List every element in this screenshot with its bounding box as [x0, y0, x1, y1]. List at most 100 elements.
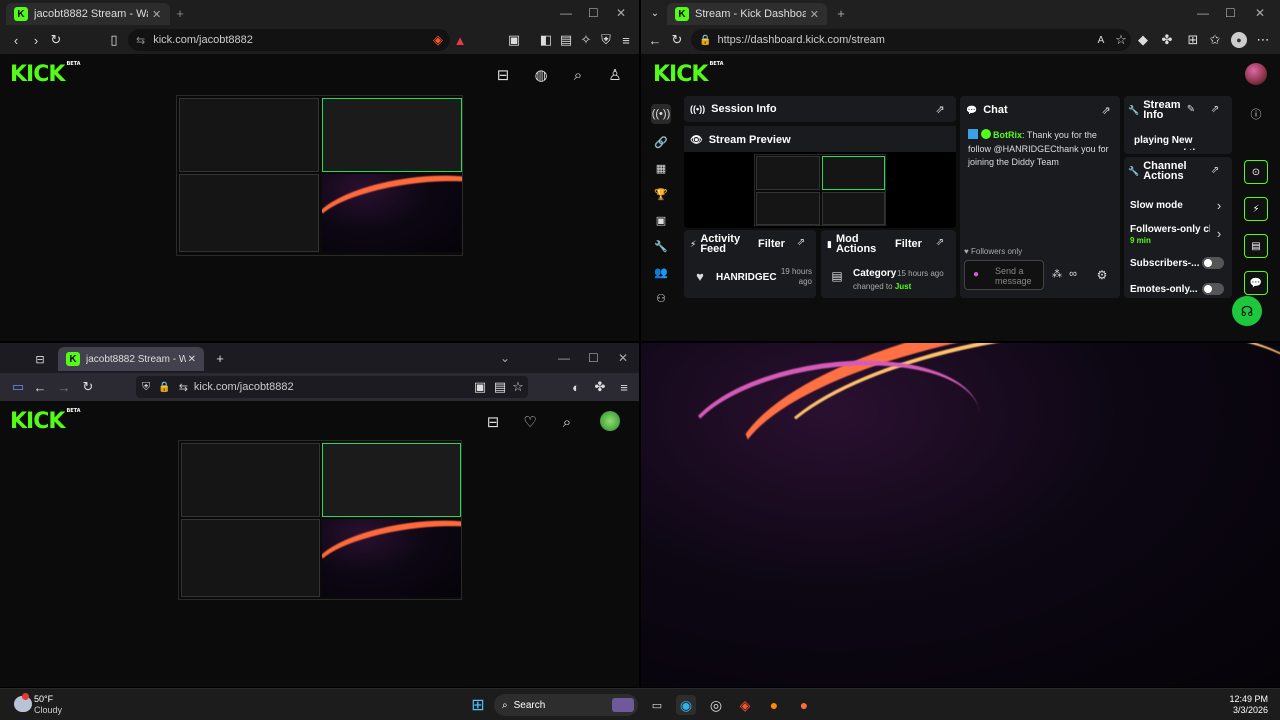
- popout-icon[interactable]: ⇗: [932, 101, 948, 117]
- wrench-icon[interactable]: 🔧: [651, 236, 671, 256]
- extension-icon[interactable]: ◆: [1135, 32, 1151, 48]
- emotes-only-toggle[interactable]: [1202, 283, 1224, 295]
- maximize-icon[interactable]: ☐: [588, 351, 599, 365]
- gear-icon[interactable]: ⚙: [1094, 267, 1110, 283]
- stream-player[interactable]: [178, 440, 462, 600]
- address-bar[interactable]: 🔒 https://dashboard.kick.com/stream: [691, 29, 1131, 51]
- stream-preview-video[interactable]: [754, 154, 886, 226]
- weather-widget[interactable]: 50°F Cloudy: [34, 694, 62, 716]
- popout-icon[interactable]: ⇗: [1098, 102, 1114, 118]
- address-bar[interactable]: ⛨ 🔒 ⇆ kick.com/jacobt8882: [136, 376, 528, 398]
- analytics-icon[interactable]: ▦: [651, 158, 671, 178]
- tab-overview-icon[interactable]: ⊟: [32, 351, 48, 367]
- site-info-icon[interactable]: ⇆: [136, 34, 145, 47]
- mic-icon[interactable]: ●: [973, 269, 979, 280]
- popout-icon[interactable]: ⇗: [794, 235, 808, 249]
- menu-icon[interactable]: ≡: [616, 379, 632, 395]
- forward-icon[interactable]: →: [56, 379, 72, 395]
- activity-filter-button[interactable]: Filter: [758, 238, 785, 250]
- menu-icon[interactable]: ≡: [618, 32, 634, 48]
- edit-pencil-icon[interactable]: ✎: [1184, 102, 1198, 116]
- info-icon[interactable]: ⓘ: [1248, 106, 1264, 122]
- close-tab-icon[interactable]: ✕: [810, 8, 819, 21]
- tracking-shield-icon[interactable]: ⛨: [142, 381, 150, 394]
- link-icon[interactable]: 🔗: [651, 132, 671, 152]
- maximize-icon[interactable]: ☐: [588, 6, 599, 20]
- popout-icon[interactable]: ⇗: [1208, 163, 1222, 177]
- brave-shield-icon[interactable]: ◈: [430, 32, 446, 48]
- reader-view-icon[interactable]: ▣: [472, 379, 488, 395]
- browse-icon[interactable]: ⊟: [484, 413, 502, 431]
- kick-logo[interactable]: KICK BETA: [10, 61, 81, 87]
- community-icon[interactable]: 👥: [651, 262, 671, 282]
- browse-icon[interactable]: ⊟: [494, 66, 512, 84]
- new-tab-icon[interactable]: +: [172, 5, 188, 21]
- minimize-icon[interactable]: —: [1197, 6, 1209, 20]
- tab-actions-icon[interactable]: ⌄: [647, 5, 663, 21]
- media-icon[interactable]: ▣: [651, 210, 671, 230]
- sidebar-icon[interactable]: ◧: [538, 32, 554, 48]
- firefox-icon[interactable]: ●: [764, 695, 784, 715]
- minimize-icon[interactable]: —: [558, 351, 570, 365]
- new-tab-icon[interactable]: +: [833, 5, 849, 21]
- more-menu-icon[interactable]: ⋯: [1255, 32, 1271, 48]
- back-icon[interactable]: ←: [647, 32, 663, 48]
- followers-only-label[interactable]: Followers-only ch: [1130, 224, 1210, 235]
- screenshot-icon[interactable]: ▤: [492, 379, 508, 395]
- maximize-icon[interactable]: ☐: [1225, 6, 1236, 20]
- account-icon[interactable]: ◐: [568, 379, 584, 395]
- user-icon[interactable]: ♙: [606, 66, 624, 84]
- back-icon[interactable]: ←: [32, 379, 48, 395]
- avatar[interactable]: [1245, 63, 1267, 85]
- mod-filter-button[interactable]: Filter: [895, 238, 922, 250]
- avatar[interactable]: [600, 411, 620, 431]
- taskbar-search[interactable]: ⌕ Search: [494, 694, 638, 716]
- subscribers-only-toggle[interactable]: [1202, 257, 1224, 269]
- search-icon[interactable]: ⌕: [558, 413, 576, 431]
- popout-icon[interactable]: ⇗: [1208, 102, 1222, 116]
- close-tab-icon[interactable]: ✕: [152, 8, 161, 21]
- chevron-right-icon[interactable]: ›: [1212, 226, 1226, 241]
- brave-rewards-icon[interactable]: ▲: [452, 32, 468, 48]
- infinity-icon[interactable]: ∞: [1066, 267, 1080, 281]
- heart-icon[interactable]: ♡: [521, 413, 539, 431]
- bookmark-icon[interactable]: ▯: [106, 32, 122, 48]
- extension-icon[interactable]: ▣: [506, 32, 522, 48]
- new-tab-icon[interactable]: +: [212, 350, 228, 366]
- permissions-icon[interactable]: ⇆: [179, 381, 188, 394]
- kick-logo[interactable]: KICK BETA: [653, 61, 724, 87]
- kick-logo[interactable]: KICK BETA: [10, 408, 81, 434]
- favorites-icon[interactable]: ✩: [1207, 32, 1223, 48]
- reload-icon[interactable]: ↻: [669, 32, 685, 48]
- address-bar[interactable]: ⇆ kick.com/jacobt8882: [128, 29, 450, 51]
- reload-icon[interactable]: ↻: [48, 32, 64, 48]
- reload-icon[interactable]: ↻: [80, 379, 96, 395]
- live-icon[interactable]: ((•)): [651, 104, 671, 124]
- wallet-icon[interactable]: ▤: [558, 32, 574, 48]
- bolt-icon[interactable]: ⚡: [1244, 197, 1268, 221]
- firefox-view-icon[interactable]: ▭: [10, 379, 26, 395]
- slow-mode-label[interactable]: Slow mode: [1130, 200, 1183, 211]
- browser-tab[interactable]: K Stream - Kick Dashboard ✕: [667, 3, 827, 25]
- close-window-icon[interactable]: ✕: [616, 6, 626, 20]
- trophy-icon[interactable]: 🏆: [651, 184, 671, 204]
- bookmark-star-icon[interactable]: ☆: [510, 379, 526, 395]
- read-aloud-icon[interactable]: A: [1093, 32, 1109, 48]
- brave-icon[interactable]: ◈: [735, 695, 755, 715]
- chevron-right-icon[interactable]: ›: [1212, 198, 1226, 213]
- edge-icon[interactable]: ◉: [676, 695, 696, 715]
- support-icon[interactable]: ☊: [1232, 296, 1262, 326]
- puzzle-icon[interactable]: ✤: [1159, 32, 1175, 48]
- firefox-alt-icon[interactable]: ●: [794, 695, 814, 715]
- close-window-icon[interactable]: ✕: [1255, 6, 1265, 20]
- vpn-icon[interactable]: ⛨: [598, 32, 614, 48]
- avatar-icon[interactable]: ●: [1231, 32, 1247, 48]
- minimize-icon[interactable]: —: [560, 6, 572, 20]
- browser-tab[interactable]: K jacobt8882 Stream - Watch Live ✕: [6, 3, 170, 25]
- chat-input[interactable]: ● Send a message: [964, 260, 1044, 290]
- close-window-icon[interactable]: ✕: [618, 351, 628, 365]
- stream-player[interactable]: [176, 95, 463, 256]
- back-icon[interactable]: ‹: [8, 32, 24, 48]
- browser-tab[interactable]: K jacobt8882 Stream - Watch Live ✕: [58, 347, 204, 371]
- search-icon[interactable]: ⌕: [569, 66, 587, 84]
